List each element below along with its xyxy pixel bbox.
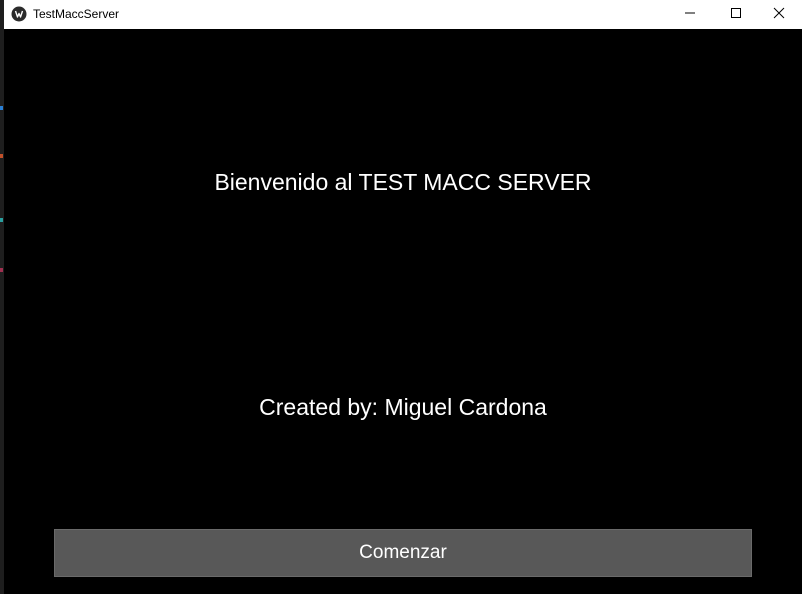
minimize-button[interactable]	[667, 0, 713, 29]
maximize-button[interactable]	[713, 0, 759, 29]
title-bar[interactable]: TestMaccServer	[4, 0, 802, 29]
window-title: TestMaccServer	[33, 7, 120, 21]
maximize-icon	[730, 6, 742, 24]
main-content: Bienvenido al TEST MACC SERVER Created b…	[4, 29, 802, 594]
start-button[interactable]: Comenzar	[54, 529, 752, 577]
edge-mark	[0, 268, 3, 272]
edge-mark	[0, 154, 3, 158]
close-icon	[773, 6, 785, 24]
close-button[interactable]	[756, 0, 802, 29]
app-window: TestMaccServer Bienvenido al TEST MACC S…	[4, 0, 802, 594]
minimize-icon	[684, 6, 696, 24]
welcome-heading: Bienvenido al TEST MACC SERVER	[214, 169, 592, 195]
edge-mark	[0, 106, 3, 110]
credits-text: Created by: Miguel Cardona	[259, 394, 547, 420]
edge-mark	[0, 218, 3, 222]
app-logo-icon	[11, 6, 27, 22]
